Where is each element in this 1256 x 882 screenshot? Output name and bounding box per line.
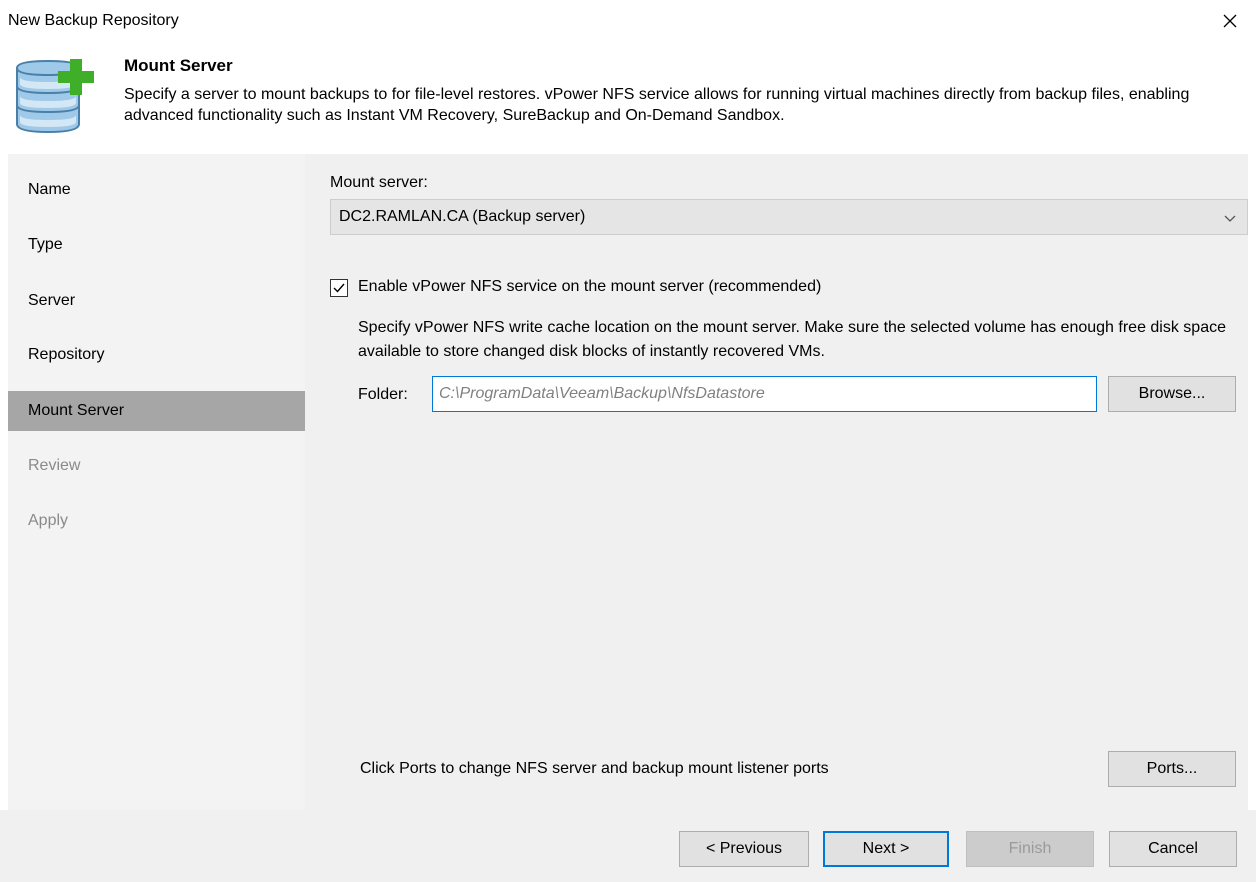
sidebar-item-server[interactable]: Server [8, 281, 305, 321]
sidebar-item-review: Review [28, 457, 81, 474]
sidebar-item-type[interactable]: Type [8, 225, 305, 265]
sidebar-item-repository[interactable]: Repository [8, 335, 305, 375]
ports-hint: Click Ports to change NFS server and bac… [360, 760, 829, 777]
nfs-cache-description: Specify vPower NFS write cache location … [358, 319, 1226, 360]
mount-server-label: Mount server: [330, 174, 428, 191]
page-description: Specify a server to mount backups to for… [124, 86, 1190, 124]
enable-nfs-label[interactable]: Enable vPower NFS service on the mount s… [358, 278, 821, 296]
wizard-header: Mount Server Specify a server to mount b… [0, 44, 1256, 154]
title-bar: New Backup Repository [0, 0, 1256, 44]
next-button[interactable]: Next > [823, 831, 949, 867]
enable-nfs-checkbox[interactable] [330, 279, 348, 297]
sidebar-item-apply: Apply [28, 512, 69, 529]
close-button[interactable] [1214, 6, 1246, 36]
previous-button[interactable]: < Previous [679, 831, 809, 867]
sidebar-item-mount-server[interactable]: Mount Server [8, 391, 305, 431]
browse-button[interactable]: Browse... [1108, 376, 1236, 412]
mount-server-select[interactable]: DC2.RAMLAN.CA (Backup server) [330, 199, 1248, 235]
wizard-steps: Name Type Server Repository Mount Server… [8, 154, 305, 810]
cancel-button[interactable]: Cancel [1109, 831, 1237, 867]
close-icon [1223, 14, 1237, 28]
ports-button[interactable]: Ports... [1108, 751, 1236, 787]
finish-button: Finish [966, 831, 1094, 867]
mount-server-value: DC2.RAMLAN.CA (Backup server) [339, 208, 586, 225]
folder-label: Folder: [358, 386, 408, 403]
wizard-footer: < Previous Next > Finish Cancel [0, 810, 1256, 882]
add-repository-icon [16, 59, 94, 134]
mount-server-panel: Mount server: DC2.RAMLAN.CA (Backup serv… [305, 154, 1248, 810]
page-title: Mount Server [124, 56, 233, 75]
folder-input[interactable]: C:\ProgramData\Veeam\Backup\NfsDatastore [432, 376, 1097, 412]
sidebar-item-name[interactable]: Name [8, 170, 305, 210]
checkmark-icon [333, 283, 345, 293]
chevron-down-icon [1224, 215, 1236, 222]
window-title: New Backup Repository [8, 12, 179, 29]
